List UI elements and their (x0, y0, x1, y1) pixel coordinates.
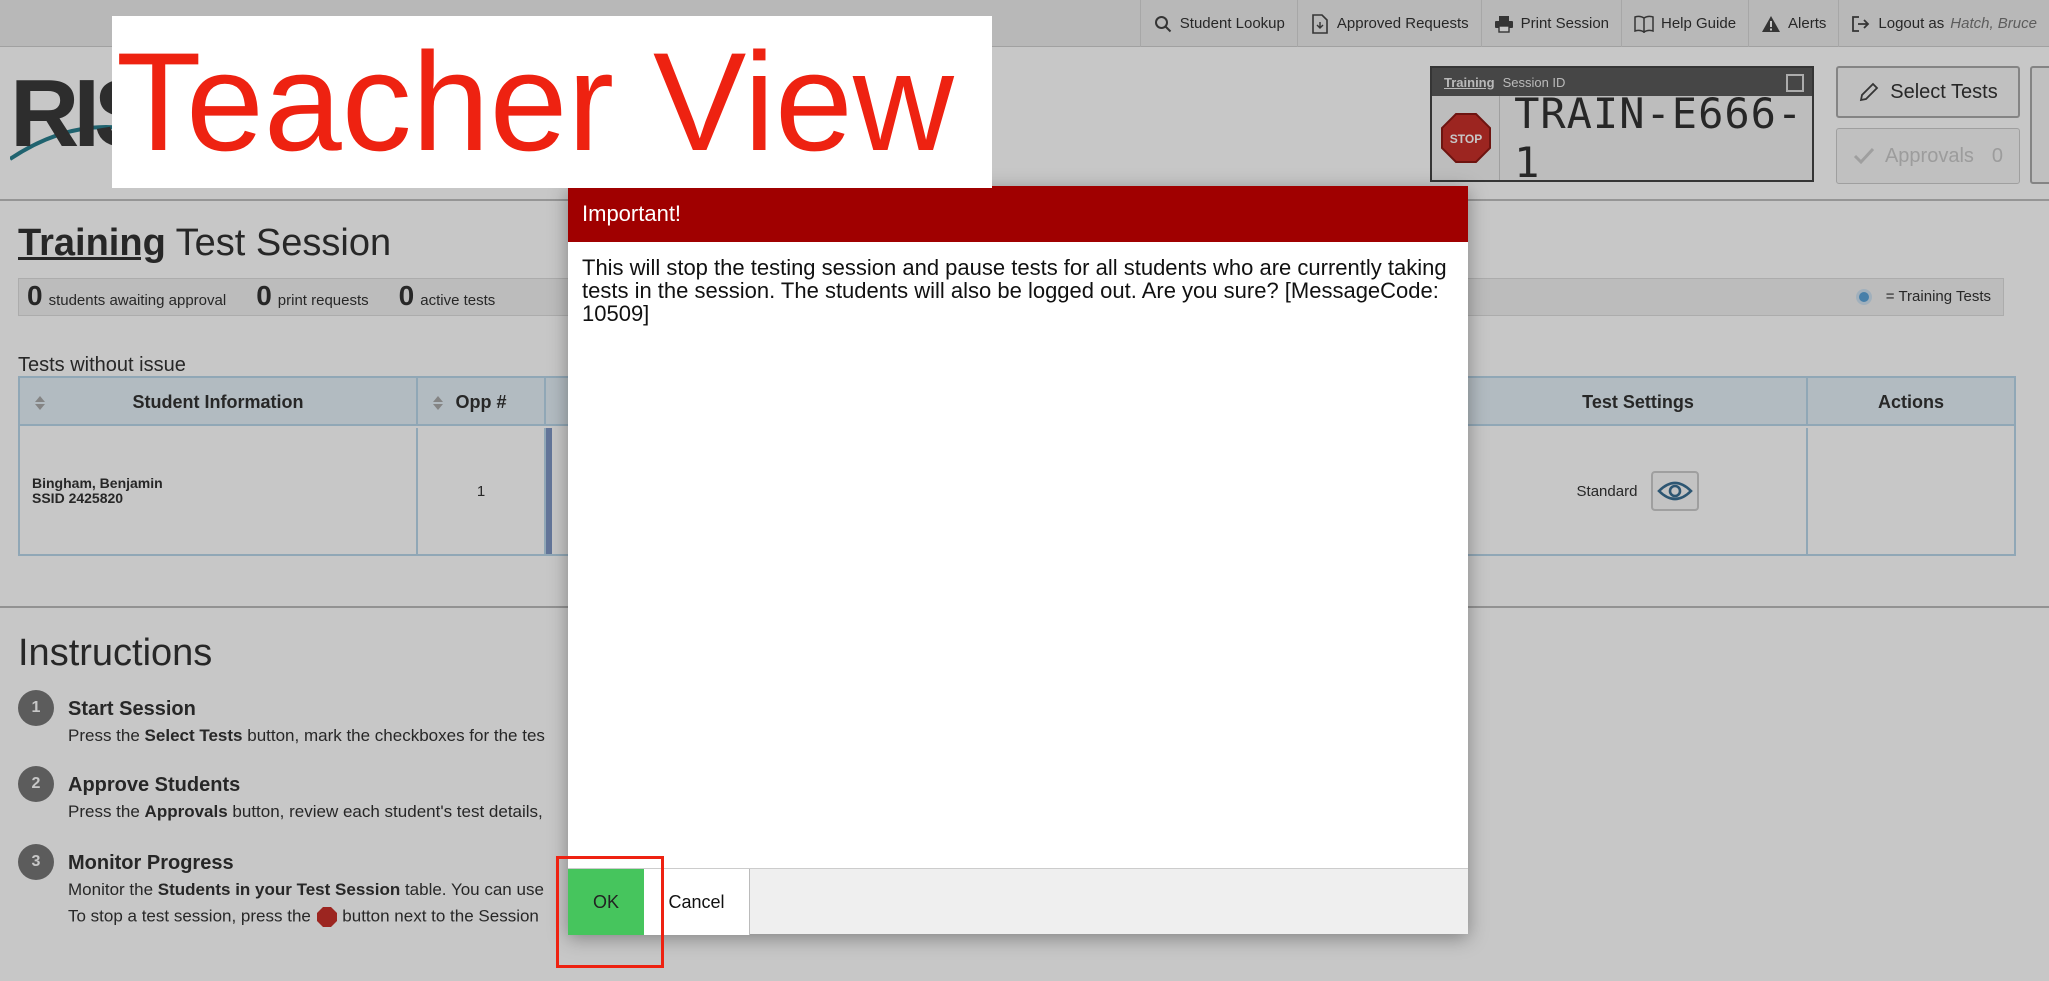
caption-text: Teacher View (116, 23, 954, 180)
dialog-title: Important! (568, 186, 1468, 242)
annotation-highlight-box (556, 856, 664, 968)
dialog-footer: OK Cancel (568, 868, 1468, 935)
confirm-dialog: Important! This will stop the testing se… (568, 186, 1468, 935)
teacher-view-caption: Teacher View (112, 16, 992, 188)
dialog-message: This will stop the testing session and p… (582, 255, 1447, 326)
